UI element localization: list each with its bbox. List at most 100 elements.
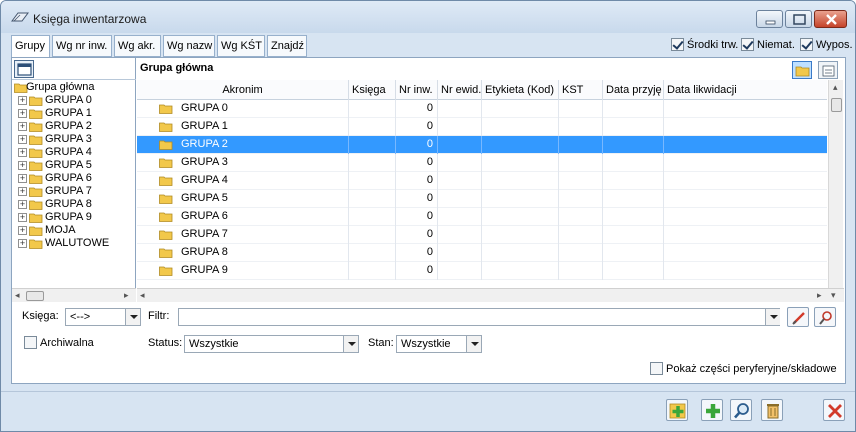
close-window-button[interactable] — [814, 10, 847, 28]
expand-icon[interactable]: + — [18, 148, 27, 157]
tab-wg-nazw[interactable]: Wg nazw — [163, 35, 215, 57]
expand-icon[interactable]: + — [18, 122, 27, 131]
tree-root[interactable]: Grupa główna — [14, 81, 134, 94]
tab-wg-kst[interactable]: Wg KŚT — [217, 35, 265, 57]
grid-vertical-scrollbar[interactable]: ▴ — [828, 80, 843, 302]
tree-item[interactable]: + GRUPA 4 — [14, 146, 134, 159]
stan-select[interactable]: Wszystkie — [396, 335, 482, 353]
tree-item[interactable]: + GRUPA 6 — [14, 172, 134, 185]
tree-item[interactable]: + GRUPA 1 — [14, 107, 134, 120]
chevron-down-icon[interactable] — [125, 309, 140, 325]
checkbox-archiwalna[interactable]: Archiwalna — [24, 336, 94, 352]
column-etykieta[interactable]: Etykieta (Kod) — [482, 80, 559, 100]
checkbox-niemat[interactable]: Niemat. — [741, 38, 795, 54]
tab-znajdz[interactable]: Znajdź — [267, 35, 307, 57]
tree-item[interactable]: + WALUTOWE — [14, 237, 134, 250]
scroll-thumb[interactable] — [831, 98, 842, 112]
table-row[interactable]: GRUPA 6 0 — [137, 208, 827, 226]
expand-icon[interactable]: + — [18, 213, 27, 222]
cell-data-przyjecia — [603, 262, 664, 280]
expand-icon[interactable]: + — [18, 109, 27, 118]
chevron-down-icon[interactable] — [466, 336, 481, 352]
column-data-likwidacji[interactable]: Data likwidacji — [664, 80, 827, 100]
tree-item[interactable]: + GRUPA 2 — [14, 120, 134, 133]
tree-item[interactable]: + GRUPA 5 — [14, 159, 134, 172]
checkbox-peryferyjne[interactable]: Pokaż części peryferyjne/składowe — [650, 362, 837, 378]
tree-horizontal-scrollbar[interactable]: ◂ ▸ — [12, 288, 136, 302]
column-nr-inw[interactable]: Nr inw. — [396, 80, 438, 100]
delete-button[interactable] — [761, 399, 783, 421]
cell-data-likwidacji — [664, 208, 827, 226]
scroll-right-icon[interactable]: ▸ — [817, 290, 822, 301]
filter-input[interactable] — [178, 308, 780, 326]
add-button[interactable] — [701, 399, 723, 421]
tree-item[interactable]: + GRUPA 3 — [14, 133, 134, 146]
column-ksiega[interactable]: Księga — [349, 80, 396, 100]
ksiega-select[interactable]: <--> — [65, 308, 141, 326]
tree-item[interactable]: + GRUPA 7 — [14, 185, 134, 198]
maximize-button[interactable] — [785, 10, 812, 28]
folder-view-button[interactable] — [792, 61, 812, 79]
tree-item[interactable]: + GRUPA 9 — [14, 211, 134, 224]
table-row[interactable]: GRUPA 8 0 — [137, 244, 827, 262]
checkbox-srodki-trw[interactable]: Środki trw. — [671, 38, 738, 54]
checkbox-box[interactable] — [741, 38, 754, 51]
close-button[interactable] — [823, 399, 845, 421]
table-row[interactable]: GRUPA 0 0 — [137, 100, 827, 118]
table-row[interactable]: GRUPA 1 0 — [137, 118, 827, 136]
list-view-button[interactable] — [818, 61, 838, 79]
scroll-left-icon[interactable]: ◂ — [15, 290, 20, 301]
checkbox-box[interactable] — [24, 336, 37, 349]
scroll-up-icon[interactable]: ▴ — [833, 82, 838, 93]
chevron-down-icon[interactable] — [765, 309, 780, 325]
scroll-thumb[interactable] — [26, 291, 44, 301]
checkbox-box[interactable] — [671, 38, 684, 51]
expand-icon[interactable]: + — [18, 200, 27, 209]
filter-constructor-button[interactable] — [814, 307, 836, 327]
scroll-right-icon[interactable]: ▸ — [124, 290, 129, 301]
close-icon — [828, 404, 842, 418]
tab-label: Grupy — [15, 40, 45, 52]
expand-icon[interactable]: + — [18, 226, 27, 235]
expand-icon[interactable]: + — [18, 174, 27, 183]
tree-item[interactable]: + MOJA — [14, 224, 134, 237]
grid-horizontal-scrollbar[interactable]: ◂ ▸ ▾ — [137, 288, 844, 302]
filter-dropdown[interactable] — [764, 309, 780, 325]
cell-nr-inw: 0 — [396, 208, 438, 226]
table-row[interactable]: GRUPA 9 0 — [137, 262, 827, 280]
checkbox-wypos[interactable]: Wypos. — [800, 38, 853, 54]
cell-nr-ewid — [438, 208, 482, 226]
tree-view-button[interactable] — [14, 60, 34, 78]
status-select[interactable]: Wszystkie — [184, 335, 359, 353]
expand-icon[interactable]: + — [18, 96, 27, 105]
minimize-button[interactable] — [756, 10, 783, 28]
tab-wg-nr-inw[interactable]: Wg nr inw. — [52, 35, 112, 57]
column-nr-ewid[interactable]: Nr ewid. — [438, 80, 482, 100]
expand-icon[interactable]: + — [18, 239, 27, 248]
checkbox-box[interactable] — [800, 38, 813, 51]
column-data-przyjecia[interactable]: Data przyję — [603, 80, 664, 100]
table-row[interactable]: GRUPA 7 0 — [137, 226, 827, 244]
row-label: GRUPA 4 — [181, 174, 228, 186]
chevron-down-icon[interactable] — [343, 336, 358, 352]
scroll-left-icon[interactable]: ◂ — [140, 290, 145, 301]
expand-icon[interactable]: + — [18, 135, 27, 144]
column-akronim[interactable]: Akronim — [137, 80, 349, 100]
tree-item[interactable]: + GRUPA 8 — [14, 198, 134, 211]
column-kst[interactable]: KST — [559, 80, 603, 100]
table-row[interactable]: GRUPA 4 0 — [137, 172, 827, 190]
expand-icon[interactable]: + — [18, 161, 27, 170]
tab-grupy[interactable]: Grupy — [11, 35, 50, 59]
table-row[interactable]: GRUPA 3 0 — [137, 154, 827, 172]
tree-item[interactable]: + GRUPA 0 — [14, 94, 134, 107]
table-row[interactable]: GRUPA 5 0 — [137, 190, 827, 208]
clear-filter-button[interactable] — [787, 307, 809, 327]
preview-button[interactable] — [730, 399, 752, 421]
table-row[interactable]: GRUPA 2 0 — [137, 136, 827, 154]
tab-wg-akr[interactable]: Wg akr. — [114, 35, 161, 57]
expand-icon[interactable]: + — [18, 187, 27, 196]
cell-data-likwidacji — [664, 190, 827, 208]
checkbox-box[interactable] — [650, 362, 663, 375]
scroll-down-icon[interactable]: ▾ — [831, 290, 836, 301]
add-subgroup-button[interactable] — [666, 399, 688, 421]
